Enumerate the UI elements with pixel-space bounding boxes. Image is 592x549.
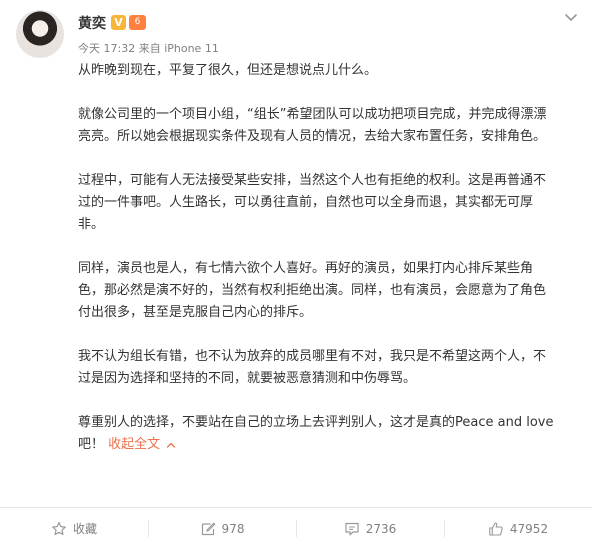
favorite-label: 收藏	[72, 522, 97, 536]
star-icon	[52, 521, 66, 535]
comment-button[interactable]: 2736	[296, 508, 444, 549]
post-content: 从昨晚到现在，平复了很久，但还是想说点儿什么。 就像公司里的一个项目小组，“组长…	[78, 60, 556, 456]
thumbs-up-icon	[489, 521, 503, 536]
post-paragraph: 从昨晚到现在，平复了很久，但还是想说点儿什么。	[78, 63, 378, 78]
collapse-link[interactable]: 收起全文	[108, 437, 176, 452]
comment-icon	[345, 522, 359, 535]
post-meta: 今天 17:32 来自 iPhone 11	[78, 40, 219, 56]
chevron-down-icon[interactable]	[562, 8, 580, 26]
comment-count: 2736	[365, 521, 397, 536]
post-paragraph: 同样，演员也是人，有七情六欲个人喜好。再好的演员，如果打内心排斥某些角色，那必然…	[78, 261, 547, 320]
repost-count: 978	[221, 521, 245, 536]
like-count: 47952	[509, 521, 549, 536]
post-paragraph: 我不认为组长有错，也不认为放弃的成员哪里有不对，我只是不希望这两个人，不过是因为…	[78, 349, 547, 386]
post-time[interactable]: 今天 17:32	[78, 42, 135, 55]
post-paragraph: 就像公司里的一个项目小组，“组长”希望团队可以成功把项目完成，并完成得漂漂亮亮。…	[78, 107, 547, 144]
repost-button[interactable]: 978	[148, 508, 296, 549]
post-source: 来自 iPhone 11	[138, 42, 219, 55]
vip-badge[interactable]: V	[111, 15, 126, 30]
action-bar: 收藏 978 2736 47952	[0, 507, 592, 549]
username[interactable]: 黄奕	[78, 13, 106, 33]
weibo-post: 黄奕 V 6 今天 17:32 来自 iPhone 11 从昨晚到现在，平复了很…	[0, 0, 592, 549]
post-paragraph-last: 尊重别人的选择，不要站在自己的立场上去评判别人，这才是真的Peace and l…	[78, 412, 556, 456]
level-badge[interactable]: 6	[129, 15, 146, 30]
avatar[interactable]	[16, 10, 64, 58]
post-paragraph: 过程中，可能有人无法接受某些安排，当然这个人也有拒绝的权利。这是再普通不过的一件…	[78, 173, 547, 232]
chevron-up-icon	[167, 442, 176, 448]
repost-icon	[201, 522, 215, 535]
favorite-button[interactable]: 收藏	[0, 508, 148, 549]
like-button[interactable]: 47952	[444, 508, 592, 549]
collapse-label: 收起全文	[108, 437, 161, 452]
